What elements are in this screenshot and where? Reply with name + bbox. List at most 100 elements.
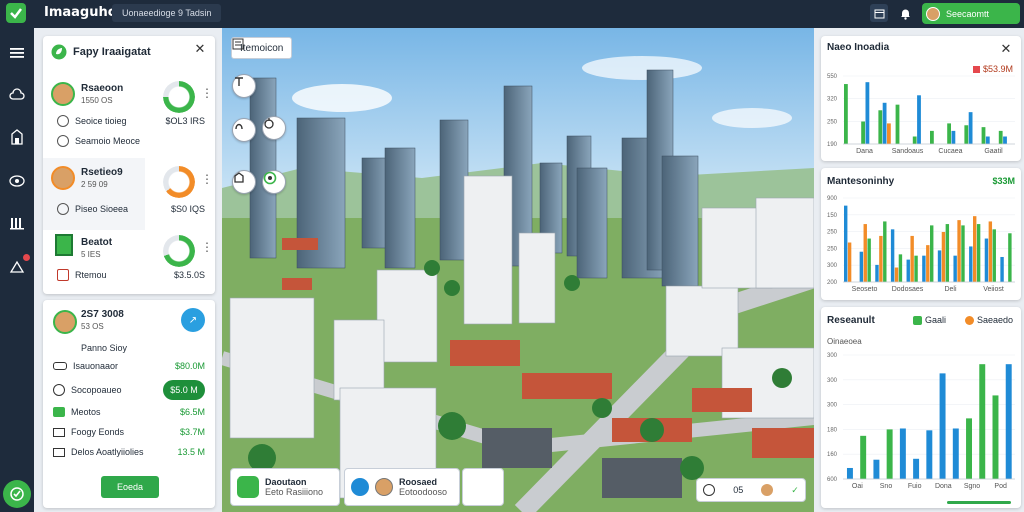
bar	[844, 84, 848, 144]
hand-tool-icon[interactable]	[262, 116, 286, 140]
breadcrumb[interactable]: Uonaeedioge 9 Tadsin	[112, 4, 222, 22]
dollar-icon	[53, 384, 65, 396]
home-tool-icon[interactable]	[232, 170, 256, 194]
bar	[895, 104, 900, 144]
bar	[957, 220, 961, 282]
property-card[interactable]: Beatot 5 IES ⋮	[43, 228, 215, 296]
avatar	[761, 484, 774, 496]
property-subtitle: 1550 OS	[81, 96, 113, 105]
bar	[930, 225, 934, 282]
bar	[926, 430, 933, 479]
y-tick-label: 300	[827, 403, 838, 409]
chart-scrollbar[interactable]	[947, 501, 1011, 504]
app-logo-check-icon[interactable]	[6, 3, 26, 23]
map-bottom-bar: Daoutaon Eeto Rasiiiono Roosaed Eotoodoo…	[230, 468, 810, 508]
bar	[964, 125, 969, 144]
more-options-icon[interactable]: ⋮	[201, 172, 213, 186]
row-value: $3.5.0S	[173, 270, 205, 280]
user-profile-chip[interactable]: Seecaomtt	[922, 3, 1020, 24]
panel-header: Fapy Iraaigatat	[51, 44, 151, 60]
bar	[1005, 364, 1012, 479]
bar	[875, 264, 879, 282]
app-title: Imaaguhct	[44, 5, 122, 20]
measure-tool-icon[interactable]	[232, 118, 256, 142]
add-location-button[interactable]	[3, 480, 31, 508]
top-bar-chart: 550 320 250 190 Dana Sandoaus Cucaea Gaatil	[827, 74, 1015, 155]
bar	[846, 467, 853, 479]
row-label: Foogy Eonds	[71, 427, 125, 437]
x-tick-label: Fuio	[908, 483, 922, 490]
bar	[961, 225, 965, 282]
bar	[951, 130, 956, 144]
y-tick-label: 300	[827, 353, 838, 359]
map-pin-icon[interactable]	[6, 170, 28, 192]
leaf-logo-icon	[51, 44, 67, 60]
document-icon	[57, 203, 69, 215]
chart-icon[interactable]	[6, 212, 28, 234]
pin-tool-icon[interactable]	[232, 74, 256, 98]
bar	[898, 254, 903, 282]
bar	[922, 255, 926, 282]
bar	[939, 373, 946, 479]
bar	[1003, 136, 1007, 144]
property-card[interactable]: Rsaeoon 1550 OS ⋮	[43, 74, 215, 142]
bar	[865, 82, 870, 144]
x-tick-label: Dana	[856, 148, 873, 155]
price-pill[interactable]: $5.0 M	[163, 380, 205, 400]
tag-icon	[57, 115, 69, 127]
property-detail-row: Piseo Sioeea $S0 IQS	[57, 202, 205, 216]
calendar-icon[interactable]	[870, 4, 888, 22]
bar	[910, 235, 914, 282]
property-title: Beatot	[81, 237, 113, 248]
bar	[969, 246, 973, 282]
bell-icon[interactable]	[896, 4, 914, 22]
bar	[890, 229, 895, 282]
more-options-icon[interactable]: ⋮	[201, 86, 213, 100]
bottom-card-empty[interactable]	[462, 468, 504, 506]
y-tick-label: 320	[827, 97, 838, 103]
map-layer-toggle[interactable]: Itemoicon	[231, 37, 293, 59]
detail-subtitle: 53 OS	[81, 322, 104, 331]
clock-icon	[57, 135, 69, 147]
bar	[930, 130, 934, 144]
details-button[interactable]: Eoeda	[101, 476, 159, 498]
y-tick-label: 190	[827, 142, 838, 148]
row-value: $OL3 IRS	[165, 116, 205, 126]
bar	[947, 123, 951, 144]
more-options-icon[interactable]: ⋮	[201, 240, 213, 254]
y-tick-label: 600	[827, 477, 838, 483]
bar	[860, 435, 867, 479]
property-card[interactable]: Rsetieo9 2 59 09	[43, 158, 145, 230]
progress-ring	[163, 81, 195, 113]
bottom-card-owner[interactable]: Roosaed Eotoodooso	[344, 468, 460, 506]
city-map-view[interactable]: Itemoicon Daoutaon Eeto Rasiiiono Roosae…	[222, 28, 814, 512]
close-icon[interactable]: ✕	[193, 42, 207, 56]
bar	[914, 255, 918, 282]
bar	[861, 121, 865, 144]
avatar	[51, 166, 75, 190]
bar	[847, 242, 852, 282]
notifications-icon[interactable]	[6, 254, 30, 278]
property-list-panel: Fapy Iraaigatat ✕ Rsaeoon 1550 OS ⋮ Seoi…	[43, 36, 215, 294]
building-thumbnail	[55, 234, 73, 256]
y-tick-label: 200	[827, 280, 838, 286]
detail-title: 2S7 3008	[81, 309, 124, 320]
x-tick-label: Oai	[852, 483, 863, 490]
row-label: Seamoio Meoce	[75, 136, 141, 146]
bottom-card-status[interactable]: 05 ✓	[696, 478, 806, 502]
cloud-icon[interactable]	[6, 84, 28, 106]
menu-icon[interactable]	[6, 42, 28, 64]
bottom-card-location[interactable]: Daoutaon Eeto Rasiiiono	[230, 468, 340, 506]
x-tick-label: Deli	[944, 286, 957, 293]
property-title: Rsetieo9	[81, 167, 123, 178]
y-tick-label: 180	[827, 427, 838, 433]
bar	[1000, 256, 1004, 282]
share-icon[interactable]: ↗	[181, 308, 205, 332]
row-label: Piseo Sioeea	[75, 204, 129, 214]
progress-ring	[163, 235, 195, 267]
bar	[992, 395, 999, 479]
card-title: Roosaed	[399, 477, 438, 487]
row-label: Socopoaueo	[71, 385, 122, 395]
location-tool-icon[interactable]	[262, 170, 286, 194]
building-icon[interactable]	[6, 126, 28, 148]
